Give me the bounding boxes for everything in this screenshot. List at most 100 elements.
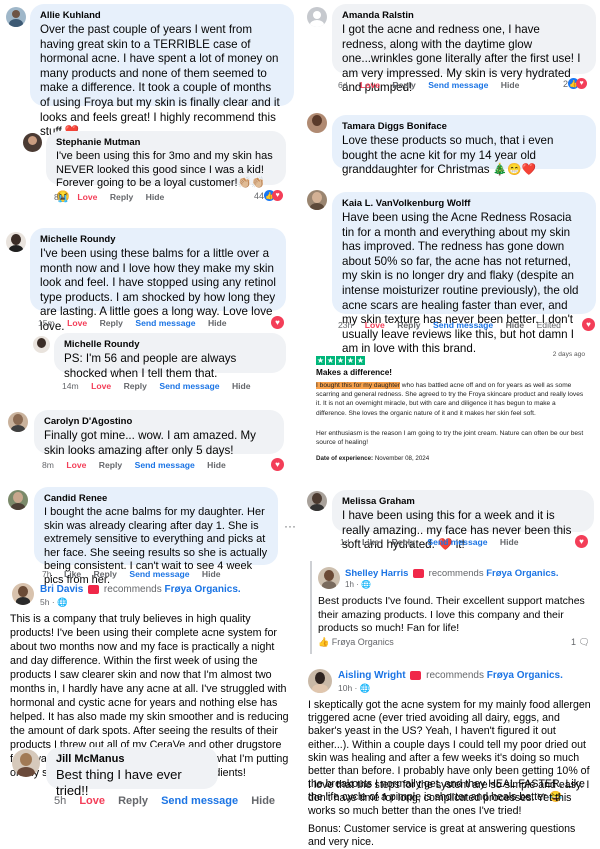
- love-button[interactable]: Love: [365, 320, 385, 330]
- send-message-button[interactable]: Send message: [135, 318, 195, 328]
- like-page-link[interactable]: 👍 Frøya Organics: [318, 637, 394, 648]
- page-link[interactable]: Frøya Organics.: [486, 568, 558, 579]
- post-text: Best products I've found. Their excellen…: [318, 595, 585, 635]
- comment-time[interactable]: 7h: [42, 569, 52, 579]
- review-text-2: Her enthusiasm is the reason I am going …: [316, 430, 584, 447]
- hide-button[interactable]: Hide: [202, 569, 221, 579]
- commenter-name[interactable]: Allie Kuhland: [40, 10, 284, 21]
- hide-button[interactable]: Hide: [146, 192, 165, 202]
- avatar[interactable]: [23, 133, 42, 152]
- love-button[interactable]: Love: [66, 460, 86, 470]
- reply-button[interactable]: Reply: [397, 320, 420, 330]
- commenter-name[interactable]: Tamara Diggs Boniface: [342, 121, 586, 132]
- reply-button[interactable]: Reply: [99, 460, 122, 470]
- love-reaction-icon[interactable]: ♥: [582, 318, 595, 331]
- commenter-name[interactable]: Jill McManus: [56, 753, 208, 765]
- commenter-name[interactable]: Michelle Roundy: [64, 339, 276, 350]
- love-reaction-icon[interactable]: ♥: [271, 316, 284, 329]
- avatar[interactable]: [12, 583, 34, 605]
- commenter-name[interactable]: Candid Renee: [44, 493, 268, 504]
- avatar[interactable]: [318, 567, 340, 589]
- love-button[interactable]: Love: [67, 318, 87, 328]
- love-reaction-icon[interactable]: ♥: [271, 458, 284, 471]
- avatar[interactable]: [12, 749, 40, 777]
- love-button[interactable]: Love: [91, 381, 111, 391]
- reaction-count[interactable]: 2 👍 ♥: [563, 78, 588, 89]
- commenter-name[interactable]: Melissa Graham: [342, 496, 584, 507]
- hide-button[interactable]: Hide: [232, 381, 251, 391]
- avatar[interactable]: [308, 669, 332, 693]
- comment-text: Love these products so much, that i even…: [342, 134, 554, 177]
- poster-name[interactable]: Aisling Wright: [338, 670, 406, 681]
- reply-button[interactable]: Reply: [392, 537, 415, 547]
- comment-time[interactable]: 8w: [54, 192, 65, 202]
- like-button[interactable]: Like: [362, 537, 379, 547]
- avatar[interactable]: [6, 7, 26, 27]
- poster-name[interactable]: Bri Davis: [40, 584, 83, 595]
- trustpilot-review: ★ ★ ★ ★ ★ 2 days ago Makes a difference! I b…: [313, 350, 589, 462]
- more-options-icon[interactable]: ···: [284, 519, 296, 533]
- post-time[interactable]: 1h · 🌐: [345, 580, 371, 589]
- avatar[interactable]: [307, 190, 327, 210]
- comment-time[interactable]: 15m: [38, 318, 55, 328]
- comment-actions: 5h Love Reply Send message Hide: [54, 795, 285, 807]
- reply-button[interactable]: Reply: [392, 80, 415, 90]
- comment-time[interactable]: 6d: [338, 80, 348, 90]
- reaction-count[interactable]: 44 👍 ♥: [254, 190, 284, 201]
- hide-button[interactable]: Hide: [208, 318, 227, 328]
- send-message-button[interactable]: Send message: [433, 320, 493, 330]
- avatar[interactable]: [6, 232, 26, 252]
- hide-button[interactable]: Hide: [506, 320, 525, 330]
- avatar[interactable]: [8, 412, 28, 432]
- avatar[interactable]: [8, 490, 28, 510]
- avatar[interactable]: [33, 336, 50, 353]
- avatar[interactable]: [307, 113, 327, 133]
- like-button[interactable]: Like: [64, 569, 81, 579]
- edited-label: Edited: [536, 320, 561, 330]
- hide-button[interactable]: Hide: [207, 460, 226, 470]
- commenter-name[interactable]: Carolyn D'Agostino: [44, 416, 274, 427]
- commenter-name[interactable]: Stephanie Mutman: [56, 137, 276, 148]
- love-button[interactable]: Love: [77, 192, 97, 202]
- send-message-button[interactable]: Send message: [159, 381, 219, 391]
- hide-button[interactable]: Hide: [251, 795, 275, 807]
- comment-text: Finally got mine... wow. I am amazed. My…: [44, 429, 256, 457]
- comment-time[interactable]: 23h: [338, 320, 352, 330]
- love-reaction-icon[interactable]: ♥: [575, 535, 588, 548]
- star-icon: ★: [326, 356, 335, 365]
- comment-time[interactable]: 8m: [42, 460, 54, 470]
- commenter-name[interactable]: Amanda Ralstin: [342, 10, 586, 21]
- send-message-button[interactable]: Send message: [427, 537, 487, 547]
- commenter-name[interactable]: Michelle Roundy: [40, 234, 276, 245]
- page-link[interactable]: Frøya Organics.: [487, 670, 563, 681]
- page-link[interactable]: Frøya Organics.: [165, 584, 241, 595]
- love-button[interactable]: Love: [79, 795, 105, 807]
- reply-button[interactable]: Reply: [124, 381, 147, 391]
- comment-bubble: Jill McManus Best thing I have ever trie…: [46, 747, 218, 798]
- reply-button[interactable]: Reply: [110, 192, 133, 202]
- commenter-name[interactable]: Kaia L. VanVolkenburg Wolff: [342, 198, 586, 209]
- comment-time[interactable]: 5h: [54, 795, 66, 807]
- comment-bubble: Tamara Diggs Boniface Love these product…: [332, 115, 596, 176]
- post-time[interactable]: 10h · 🌐: [338, 683, 370, 694]
- comment-bubble: Amanda Ralstin I got the acne and rednes…: [332, 4, 596, 94]
- hide-button[interactable]: Hide: [500, 537, 519, 547]
- send-message-button[interactable]: Send message: [135, 460, 195, 470]
- comment-count[interactable]: 1 🗨: [571, 637, 590, 648]
- reply-button[interactable]: Reply: [118, 795, 148, 807]
- send-message-button[interactable]: Send message: [428, 80, 488, 90]
- love-icon: ♥: [576, 78, 588, 89]
- avatar[interactable]: [307, 7, 327, 27]
- send-message-button[interactable]: Send message: [129, 569, 189, 579]
- hide-button[interactable]: Hide: [501, 80, 520, 90]
- post-time[interactable]: 5h · 🌐: [40, 597, 68, 608]
- love-button[interactable]: Love: [360, 80, 380, 90]
- poster-name[interactable]: Shelley Harris: [345, 568, 408, 579]
- comment-time[interactable]: 1d: [340, 537, 350, 547]
- comment-time[interactable]: 14m: [62, 381, 79, 391]
- reply-button[interactable]: Reply: [100, 318, 123, 328]
- send-message-button[interactable]: Send message: [161, 795, 238, 807]
- reply-button[interactable]: Reply: [94, 569, 117, 579]
- highlighted-text: I bought this for my daughter: [316, 382, 400, 389]
- avatar[interactable]: [307, 491, 327, 511]
